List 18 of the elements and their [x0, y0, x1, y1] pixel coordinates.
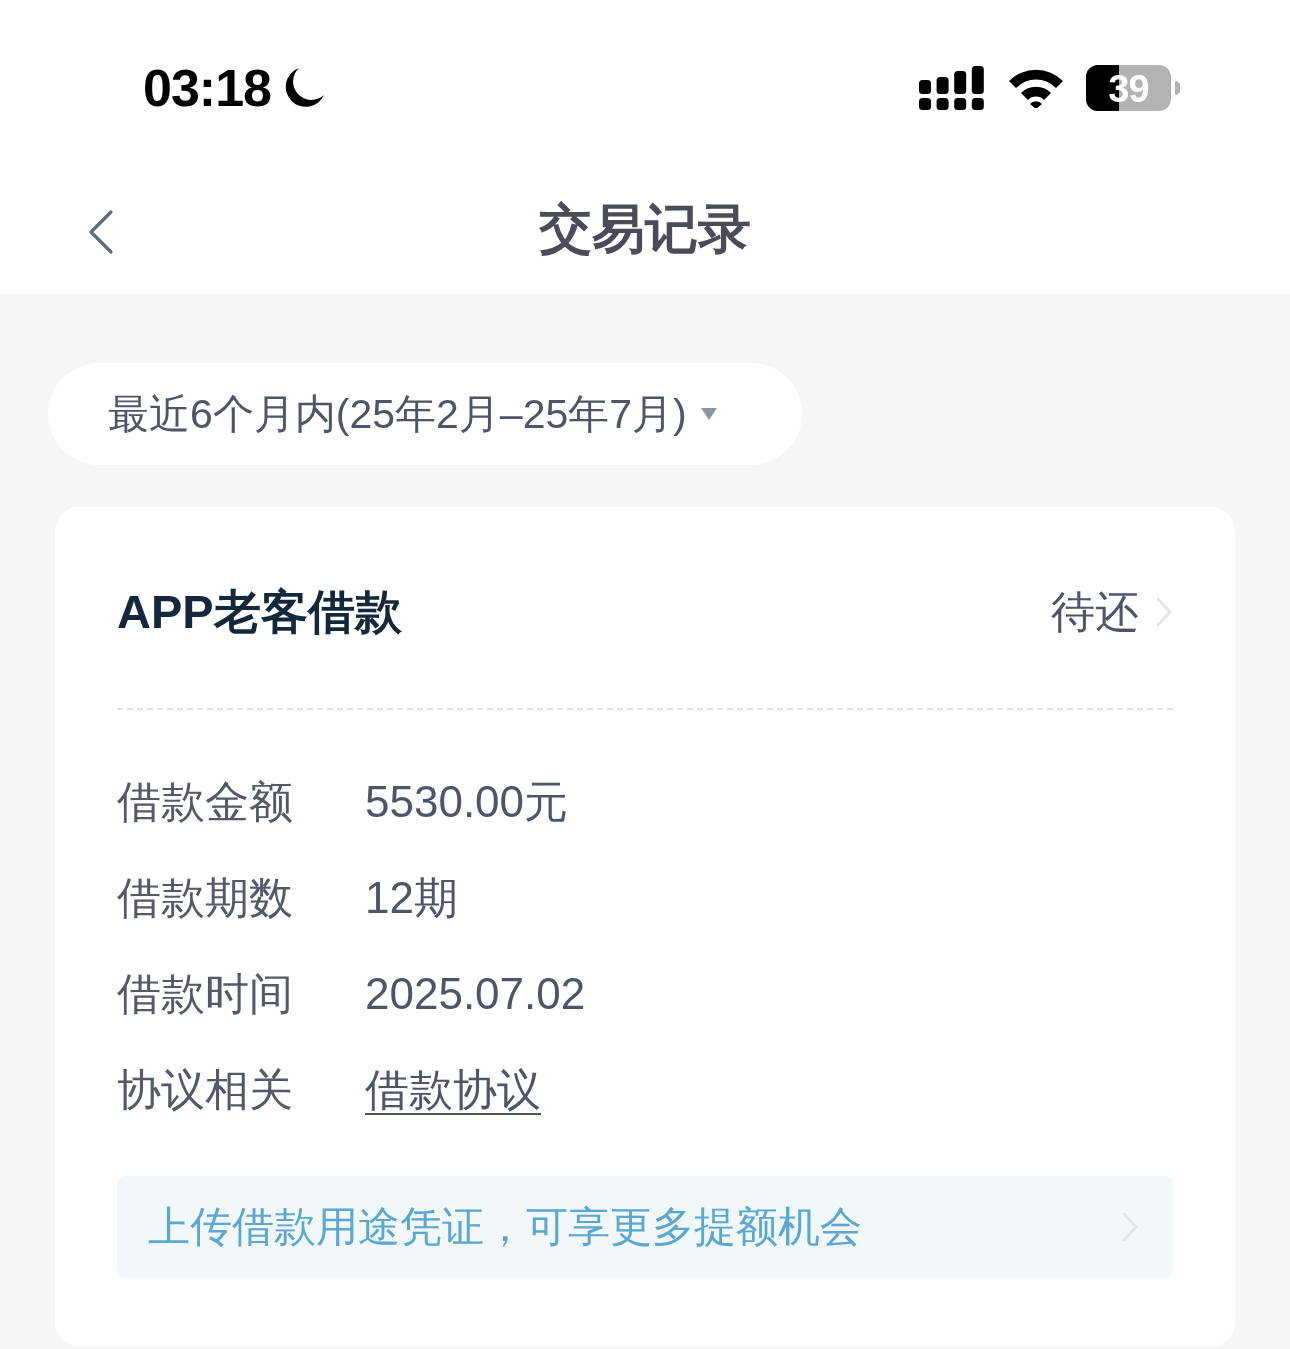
- record-title: APP老客借款: [117, 584, 402, 641]
- wifi-icon: [1008, 68, 1064, 108]
- clock-time: 03:18: [143, 62, 271, 114]
- field-label: 借款金额: [117, 775, 294, 828]
- back-chevron-icon: [87, 209, 115, 255]
- field-label: 协议相关: [117, 1063, 294, 1116]
- field-value: 12期: [365, 871, 458, 924]
- agreement-link[interactable]: 借款协议: [365, 1063, 541, 1117]
- field-value: 2025.07.02: [365, 967, 586, 1020]
- caret-down-icon: [700, 408, 717, 420]
- field-label: 借款期数: [117, 871, 294, 924]
- signal-icon: [919, 66, 984, 110]
- chevron-right-icon: [1155, 596, 1173, 629]
- field-label: 借款时间: [117, 967, 294, 1020]
- page-title: 交易记录: [539, 198, 751, 261]
- field-value: 5530.00元: [365, 775, 569, 828]
- status-link[interactable]: 待还: [1051, 586, 1173, 639]
- date-range-dropdown[interactable]: 最近6个月内(25年2月–25年7月): [48, 363, 802, 465]
